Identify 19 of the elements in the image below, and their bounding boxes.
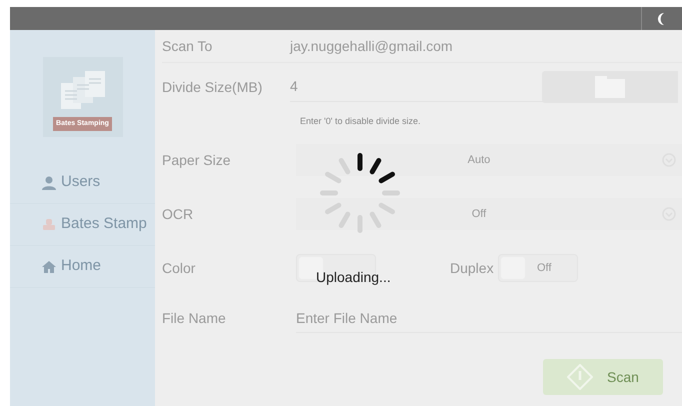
- home-icon: [42, 260, 56, 274]
- scan-to-field[interactable]: jay.nuggehalli@gmail.com: [290, 36, 682, 56]
- hint-text: Enter '0' to disable divide size.: [300, 115, 421, 128]
- duplex-toggle[interactable]: Off: [498, 254, 578, 282]
- uploading-text: Uploading...: [316, 268, 391, 287]
- file-name-field[interactable]: Enter File Name: [296, 303, 682, 333]
- field-label: Paper Size: [162, 150, 232, 170]
- user-icon: [42, 176, 56, 190]
- documents-icon: [58, 70, 106, 110]
- field-label: Duplex: [450, 258, 495, 278]
- field-label: Color: [162, 258, 196, 278]
- field-label: Scan To: [162, 36, 214, 56]
- scan-button[interactable]: Scan: [543, 359, 663, 395]
- divide-size-field[interactable]: 4: [290, 76, 298, 97]
- stamp-icon: [42, 218, 56, 232]
- field-label: Divide Size(MB): [162, 78, 264, 97]
- field-label: OCR: [162, 204, 194, 224]
- diamond-icon: [567, 364, 594, 390]
- field-label: File Name: [162, 308, 227, 328]
